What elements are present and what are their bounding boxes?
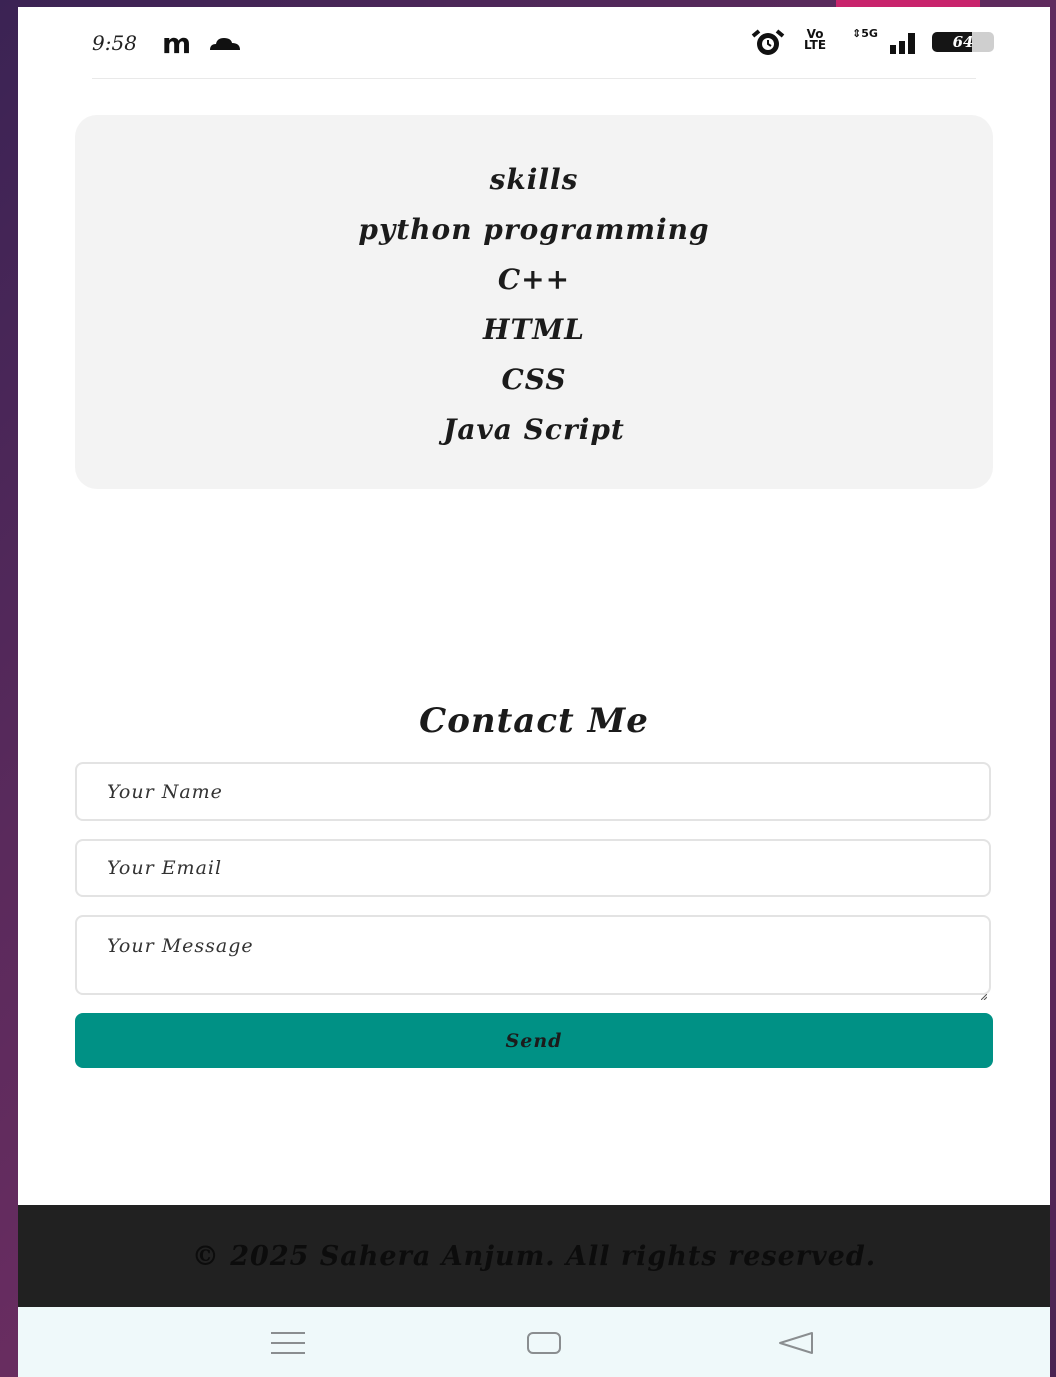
skills-card: skills python programming C++ HTML CSS J… <box>75 115 993 489</box>
status-divider <box>92 78 976 79</box>
skill-item: python programming <box>358 213 710 246</box>
skill-item: HTML <box>483 313 585 346</box>
footer-copyright: © 2025 Sahera Anjum. All rights reserved… <box>191 1240 877 1272</box>
battery-icon: 64 <box>932 32 994 52</box>
email-input[interactable] <box>75 839 991 897</box>
signal-icon <box>870 31 918 59</box>
menu-icon[interactable] <box>270 1331 306 1359</box>
app-notification-icon: m <box>162 27 191 60</box>
top-accent-strip <box>836 0 980 7</box>
skill-item: Java Script <box>443 413 625 446</box>
battery-level-text: 64 <box>952 33 974 51</box>
volte-bottom-text: LTE <box>804 38 827 52</box>
status-time: 9:58 <box>92 31 137 55</box>
message-input[interactable] <box>75 915 991 995</box>
resize-handle-icon[interactable] <box>980 985 988 1001</box>
alarm-icon <box>750 29 786 61</box>
volte-indicator: Vo LTE <box>804 28 827 52</box>
cloud-icon <box>208 35 242 55</box>
footer: © 2025 Sahera Anjum. All rights reserved… <box>18 1205 1050 1307</box>
status-bar: 9:58 m Vo LTE ⇕5G 64 <box>18 7 1050 79</box>
send-button[interactable]: Send <box>75 1013 993 1068</box>
skill-item: CSS <box>501 363 567 396</box>
home-icon[interactable] <box>526 1331 562 1359</box>
skill-item: C++ <box>497 263 571 296</box>
contact-title: Contact Me <box>419 701 649 741</box>
skills-title: skills <box>489 163 579 196</box>
phone-screen: 9:58 m Vo LTE ⇕5G 64 skills python progr… <box>18 7 1050 1377</box>
back-icon[interactable] <box>778 1331 814 1359</box>
system-nav-bar <box>18 1307 1050 1377</box>
name-input[interactable] <box>75 762 991 821</box>
